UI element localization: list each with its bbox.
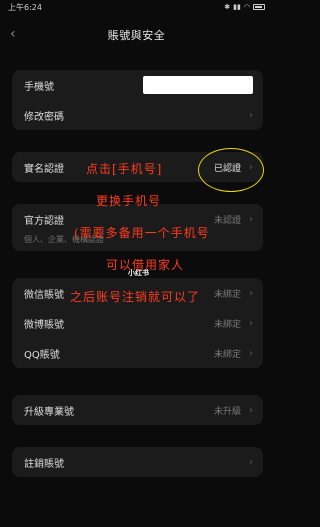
upgrade-row[interactable]: 升級專業號 未升級 › xyxy=(12,395,263,425)
qq-label: QQ賬號 xyxy=(24,349,60,361)
status-icons: ✱ ▮▮ ◠ xyxy=(224,3,265,11)
chevron-right-icon: › xyxy=(249,317,253,329)
phone-row[interactable]: 手機號 xyxy=(12,70,263,100)
chevron-right-icon: › xyxy=(249,213,253,225)
cancel-account-label: 註銷賬號 xyxy=(24,458,64,470)
chevron-right-icon: › xyxy=(249,109,253,121)
cancel-account-row[interactable]: 註銷賬號 › xyxy=(12,447,263,477)
change-password-row[interactable]: 修改密碼 › xyxy=(12,100,263,130)
weibo-status: 未綁定 xyxy=(213,319,241,330)
status-bar: 上午6:24 ✱ ▮▮ ◠ xyxy=(0,0,273,14)
official-status: 未認證 xyxy=(213,215,241,226)
overlay-line-3: (需要多备用一个手机号 xyxy=(74,226,210,240)
overlay-line-1: 点击[手机号] xyxy=(86,162,163,176)
upgrade-label: 升級專業號 xyxy=(24,406,74,418)
change-password-label: 修改密碼 xyxy=(24,111,64,123)
phone-number-redacted xyxy=(143,76,253,94)
official-label: 官方認證 xyxy=(24,215,64,227)
cancel-group: 註銷賬號 › xyxy=(12,447,263,477)
chevron-right-icon: › xyxy=(249,404,253,416)
watermark: 小红书 xyxy=(128,269,149,277)
weibo-label: 微博賬號 xyxy=(24,319,64,331)
chevron-right-icon: › xyxy=(249,287,253,299)
chevron-right-icon: › xyxy=(249,347,253,359)
battery-icon xyxy=(253,4,265,10)
phone-label: 手機號 xyxy=(24,81,54,93)
signal-icon: ▮▮ xyxy=(233,3,241,11)
qq-status: 未綁定 xyxy=(213,349,241,360)
account-group: 手機號 修改密碼 › xyxy=(12,70,263,130)
nav-bar: ‹ 賬號與安全 xyxy=(0,22,273,48)
wechat-label: 微信賬號 xyxy=(24,289,64,301)
wifi-icon: ◠ xyxy=(243,3,250,11)
upgrade-status: 未升級 xyxy=(213,406,241,417)
qq-row[interactable]: QQ賬號 未綁定 › xyxy=(12,338,263,368)
bluetooth-icon: ✱ xyxy=(224,3,231,11)
page-title: 賬號與安全 xyxy=(107,29,166,42)
upgrade-group: 升級專業號 未升級 › xyxy=(12,395,263,425)
overlay-line-2: 更换手机号 xyxy=(96,194,162,208)
back-chevron-icon[interactable]: ‹ xyxy=(10,26,16,42)
highlight-circle xyxy=(198,148,264,192)
wechat-status: 未綁定 xyxy=(213,289,241,300)
realname-label: 實名認證 xyxy=(24,163,64,175)
overlay-line-5: 之后账号注销就可以了 xyxy=(70,290,201,304)
weibo-row[interactable]: 微博賬號 未綁定 › xyxy=(12,308,263,338)
status-time: 上午6:24 xyxy=(8,2,42,12)
chevron-right-icon: › xyxy=(249,456,253,468)
